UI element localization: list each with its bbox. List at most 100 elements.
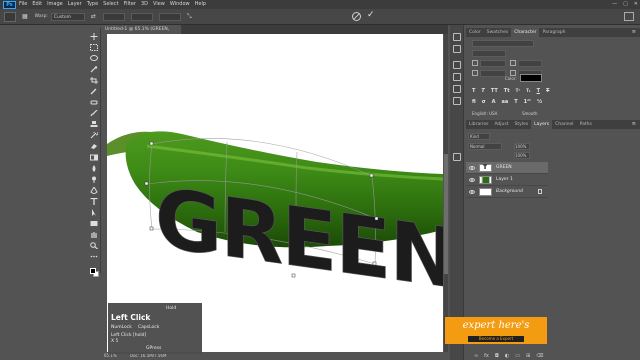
layers-menu-icon[interactable]: ≡: [632, 121, 636, 127]
font-size-field[interactable]: [480, 60, 506, 67]
paragraph-panel-icon[interactable]: [453, 73, 461, 81]
ligature-button[interactable]: fi: [472, 99, 476, 105]
more-tools-icon[interactable]: [90, 253, 98, 260]
faux-bold-button[interactable]: T: [472, 88, 475, 94]
tab-paragraph[interactable]: Paragraph: [539, 28, 568, 37]
small-caps-button[interactable]: Tt: [504, 88, 510, 94]
zoom-tool-icon[interactable]: [90, 242, 98, 249]
info-panel-icon[interactable]: [453, 97, 461, 105]
path-selection-tool-icon[interactable]: [90, 209, 98, 216]
fractions-button[interactable]: ½: [537, 99, 542, 105]
visibility-eye-icon[interactable]: [469, 177, 475, 182]
cancel-transform-icon[interactable]: [352, 12, 361, 21]
leading-field[interactable]: [518, 60, 542, 67]
character-panel-icon[interactable]: [453, 61, 461, 69]
pen-tool-icon[interactable]: [90, 187, 98, 194]
link-layers-icon[interactable]: ∞: [474, 353, 478, 359]
kerning-field[interactable]: [480, 70, 506, 77]
language-select[interactable]: English: USA: [472, 111, 497, 116]
tab-libraries[interactable]: Libraries: [466, 120, 491, 129]
dodge-tool-icon[interactable]: [90, 176, 98, 183]
tab-character[interactable]: Character: [511, 28, 540, 37]
transform-switch-icon[interactable]: ⤡: [187, 13, 192, 21]
visibility-eye-icon[interactable]: [469, 189, 475, 194]
grid-icon[interactable]: ▦: [22, 13, 28, 20]
text-color-swatch[interactable]: [520, 74, 542, 82]
hand-tool-icon[interactable]: [90, 231, 98, 238]
ordinals-button[interactable]: 1ˢᵗ: [524, 99, 531, 105]
bend-field[interactable]: [102, 12, 125, 21]
rectangle-tool-icon[interactable]: [90, 220, 98, 227]
fx-icon[interactable]: fx: [484, 353, 489, 359]
menu-3d[interactable]: 3D: [141, 0, 148, 9]
workspace-icon[interactable]: [624, 12, 634, 21]
properties-panel-icon[interactable]: [453, 45, 461, 53]
tool-preset-picker[interactable]: [4, 11, 16, 22]
canvas-vertical-scrollbar[interactable]: [444, 34, 448, 354]
menu-select[interactable]: Select: [103, 0, 118, 9]
menu-help[interactable]: Help: [195, 0, 206, 9]
tab-color[interactable]: Color: [466, 28, 484, 37]
commit-transform-icon[interactable]: ✓: [367, 10, 375, 20]
brush-tool-icon[interactable]: [90, 110, 98, 117]
panel-menu-icon[interactable]: ≡: [632, 29, 636, 35]
orientation-icon[interactable]: ⇄: [91, 13, 96, 20]
underline-button[interactable]: T: [537, 88, 540, 94]
tab-adjust[interactable]: Adjust: [491, 120, 511, 129]
layer-row-background[interactable]: Background: [466, 186, 548, 198]
anti-alias-select[interactable]: Smooth: [522, 111, 537, 116]
strikethrough-button[interactable]: T: [546, 88, 549, 94]
all-caps-button[interactable]: TT: [491, 88, 498, 94]
blur-tool-icon[interactable]: [90, 165, 98, 172]
v-distort-field[interactable]: [158, 12, 181, 21]
brush-panel-icon[interactable]: [453, 153, 461, 161]
faux-italic-button[interactable]: T: [481, 88, 484, 94]
font-style-field[interactable]: [472, 50, 506, 57]
discretionary-button[interactable]: σ: [482, 99, 486, 105]
h-distort-field[interactable]: [130, 12, 153, 21]
lasso-tool-icon[interactable]: [90, 55, 98, 62]
minimize-button[interactable]: —: [612, 0, 617, 9]
mask-icon[interactable]: ◘: [495, 353, 499, 359]
maximize-button[interactable]: ▢: [623, 0, 628, 9]
font-family-field[interactable]: [472, 40, 534, 47]
alternates-button[interactable]: aa: [502, 99, 509, 105]
history-brush-tool-icon[interactable]: [90, 132, 98, 139]
layer-row-green[interactable]: GREEN: [466, 162, 548, 174]
menu-view[interactable]: View: [153, 0, 165, 9]
subscript-button[interactable]: T₁: [526, 88, 530, 94]
warp-select[interactable]: Custom: [50, 12, 85, 21]
marquee-tool-icon[interactable]: [90, 44, 98, 51]
tab-paths[interactable]: Paths: [577, 120, 595, 129]
group-icon[interactable]: ▭: [515, 353, 520, 359]
adjustment-icon[interactable]: ◐: [505, 353, 509, 359]
history-panel-icon[interactable]: [453, 33, 461, 41]
tab-layers[interactable]: Layers: [531, 120, 553, 129]
crop-tool-icon[interactable]: [90, 77, 98, 84]
glyphs-panel-icon[interactable]: [453, 85, 461, 93]
tab-swatches[interactable]: Swatches: [484, 28, 512, 37]
move-tool-icon[interactable]: [90, 33, 98, 40]
menu-layer[interactable]: Layer: [68, 0, 82, 9]
foreground-color-swatch[interactable]: [90, 268, 96, 274]
superscript-button[interactable]: T¹: [516, 88, 520, 94]
menu-type[interactable]: Type: [87, 0, 98, 9]
eyedropper-tool-icon[interactable]: [90, 88, 98, 95]
tab-channels[interactable]: Channel: [552, 120, 576, 129]
layer-row-layer1[interactable]: Layer 1: [466, 174, 548, 186]
visibility-eye-icon[interactable]: [469, 165, 475, 170]
type-tool-icon[interactable]: [90, 198, 98, 205]
document-tab[interactable]: Untitled-1 @ 65.1% (GREEN, RGB/8) *×: [101, 25, 181, 41]
menu-file[interactable]: File: [19, 0, 27, 9]
tab-styles[interactable]: Styles: [512, 120, 532, 129]
quick-select-tool-icon[interactable]: [90, 66, 98, 73]
menu-filter[interactable]: Filter: [124, 0, 136, 9]
gradient-tool-icon[interactable]: [90, 154, 98, 161]
close-window-button[interactable]: ✕: [634, 0, 638, 9]
swash-button[interactable]: A: [492, 99, 496, 105]
menu-image[interactable]: Image: [47, 0, 63, 9]
menu-window[interactable]: Window: [170, 0, 190, 9]
scrollbar-thumb[interactable]: [444, 154, 448, 274]
eraser-tool-icon[interactable]: [90, 143, 98, 150]
clone-stamp-tool-icon[interactable]: [90, 121, 98, 128]
